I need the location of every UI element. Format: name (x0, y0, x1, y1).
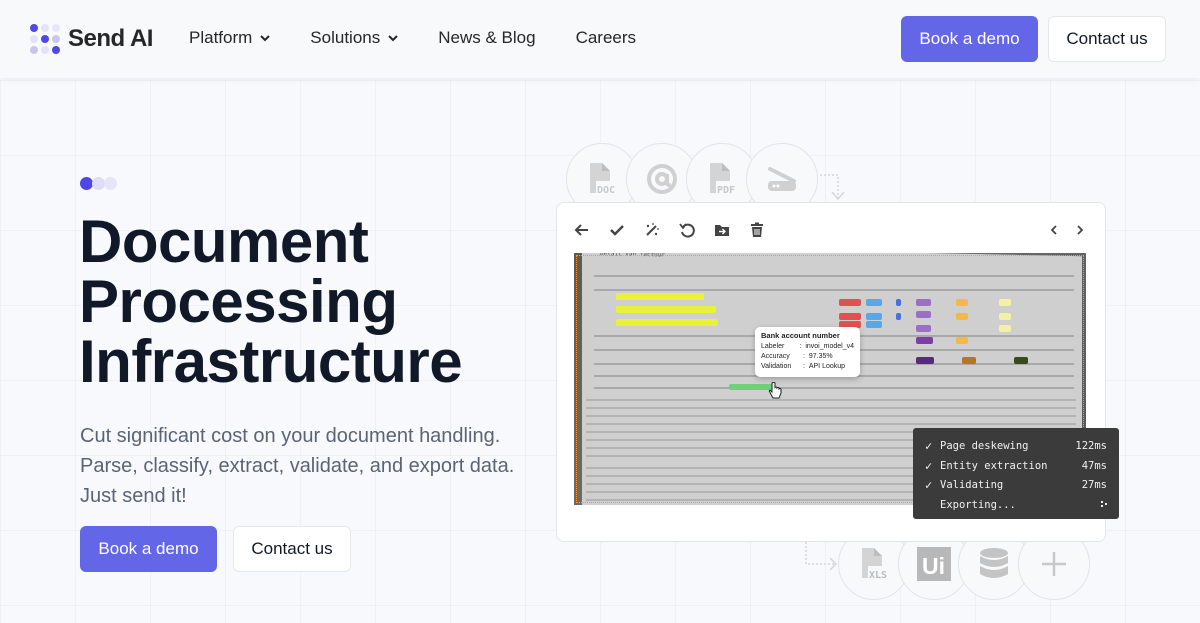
svg-text:PDF: PDF (717, 185, 735, 196)
status-label: Entity extraction (940, 459, 1048, 472)
chevron-down-icon (260, 35, 271, 42)
hero-title-line: Infrastructure (79, 328, 463, 395)
site-header: Send AI Platform Solutions News & Blog C… (0, 0, 1200, 78)
svg-text:XLS: XLS (869, 570, 887, 581)
hero-subtitle-line: Just send it! (80, 485, 187, 507)
at-sign-icon (647, 164, 677, 194)
viewer-toolbar (571, 219, 781, 241)
hero-title-line: Document (79, 208, 369, 275)
tooltip-value: 97.35% (808, 353, 833, 360)
viewer-pager (1039, 219, 1091, 241)
nav-item-careers[interactable]: Careers (576, 28, 636, 48)
approve-button[interactable] (606, 219, 628, 241)
check-icon: ✓ (925, 438, 933, 453)
back-button[interactable] (571, 219, 593, 241)
trash-icon (751, 222, 763, 237)
scanner-icon (768, 167, 796, 191)
tooltip-key: Labeler (761, 343, 785, 350)
status-label: Exporting... (940, 498, 1016, 511)
tooltip-value: invoi_model_v4 (805, 343, 854, 350)
nav-item-solutions[interactable]: Solutions (310, 28, 398, 48)
tooltip-key: Validation (761, 363, 792, 370)
check-icon (610, 225, 624, 236)
back-arrow-icon (574, 224, 588, 236)
status-time: 27ms (1081, 479, 1107, 492)
delete-button[interactable] (746, 219, 768, 241)
nav-item-platform[interactable]: Platform (189, 28, 271, 48)
plus-icon (1042, 552, 1066, 576)
svg-text:DOC: DOC (597, 185, 615, 196)
xls-file-icon: XLS (862, 548, 890, 581)
status-time: 122ms (1075, 439, 1107, 452)
hero-title: Document Processing Infrastructure (79, 212, 549, 392)
magic-wand-icon (646, 223, 659, 236)
logo-mark-icon (30, 24, 60, 54)
flow-arrow-out-icon (805, 542, 838, 571)
previous-page-button[interactable] (1043, 219, 1065, 241)
undo-button[interactable] (676, 219, 698, 241)
hero-subtitle-line: Parse, classify, extract, validate, and … (80, 455, 515, 477)
loading-spinner-icon (1101, 500, 1107, 509)
chevron-left-icon (1050, 225, 1057, 235)
hero-subtitle: Cut significant cost on your document ha… (80, 421, 540, 511)
status-time: 47ms (1081, 459, 1107, 472)
status-label: Validating (940, 479, 1004, 492)
tooltip-title: Bank account number (761, 331, 840, 340)
next-page-button[interactable] (1069, 219, 1091, 241)
hero-book-demo-button[interactable]: Book a demo (80, 526, 217, 572)
flow-arrow-in-icon (820, 174, 845, 201)
processing-status-panel: ✓ Page deskewing 122ms ✓ Entity extracti… (913, 428, 1119, 519)
header-book-demo-button[interactable]: Book a demo (901, 16, 1038, 62)
header-contact-button[interactable]: Contact us (1048, 16, 1166, 62)
undo-icon (679, 223, 695, 238)
auto-label-button[interactable] (641, 219, 663, 241)
tooltip-value: API Lookup (808, 363, 846, 370)
main-nav: Platform Solutions News & Blog Careers (189, 28, 676, 48)
brand-name: Send AI (68, 25, 153, 52)
hand-pointer-cursor-icon (768, 382, 782, 399)
nav-item-label: News & Blog (438, 28, 536, 47)
status-row: ✓ Validating 27ms (925, 475, 1107, 495)
chevron-down-icon (388, 35, 398, 42)
logo[interactable]: Send AI (30, 24, 153, 54)
status-row: ✓ Entity extraction 47ms (925, 456, 1107, 476)
nav-item-label: Platform (189, 28, 253, 47)
chevron-right-icon (1077, 225, 1084, 235)
hero-title-line: Processing (79, 268, 398, 335)
pdf-file-icon: PDF (710, 163, 738, 196)
tooltip-key: Accuracy (761, 353, 790, 360)
hero-subtitle-line: Cut significant cost on your document ha… (80, 425, 501, 447)
doc-file-icon: DOC (590, 163, 618, 196)
status-label: Page deskewing (940, 439, 1029, 452)
nav-item-label: Careers (575, 28, 637, 47)
nav-item-label: Solutions (310, 28, 381, 47)
hero-dots-indicator (80, 177, 117, 190)
uipath-icon: Ui (917, 547, 951, 581)
move-folder-icon (715, 225, 729, 236)
nav-item-news-blog[interactable]: News & Blog (438, 28, 535, 48)
field-tooltip: Bank account number Labeler: invoi_model… (755, 327, 860, 377)
check-icon: ✓ (925, 458, 933, 473)
svg-text:Ui: Ui (922, 553, 945, 579)
database-icon (980, 548, 1008, 578)
check-icon: ✓ (925, 478, 933, 493)
status-row: Exporting... (925, 495, 1107, 515)
status-row: ✓ Page deskewing 122ms (925, 436, 1107, 456)
move-button[interactable] (711, 219, 733, 241)
hero-contact-button[interactable]: Contact us (233, 526, 351, 572)
